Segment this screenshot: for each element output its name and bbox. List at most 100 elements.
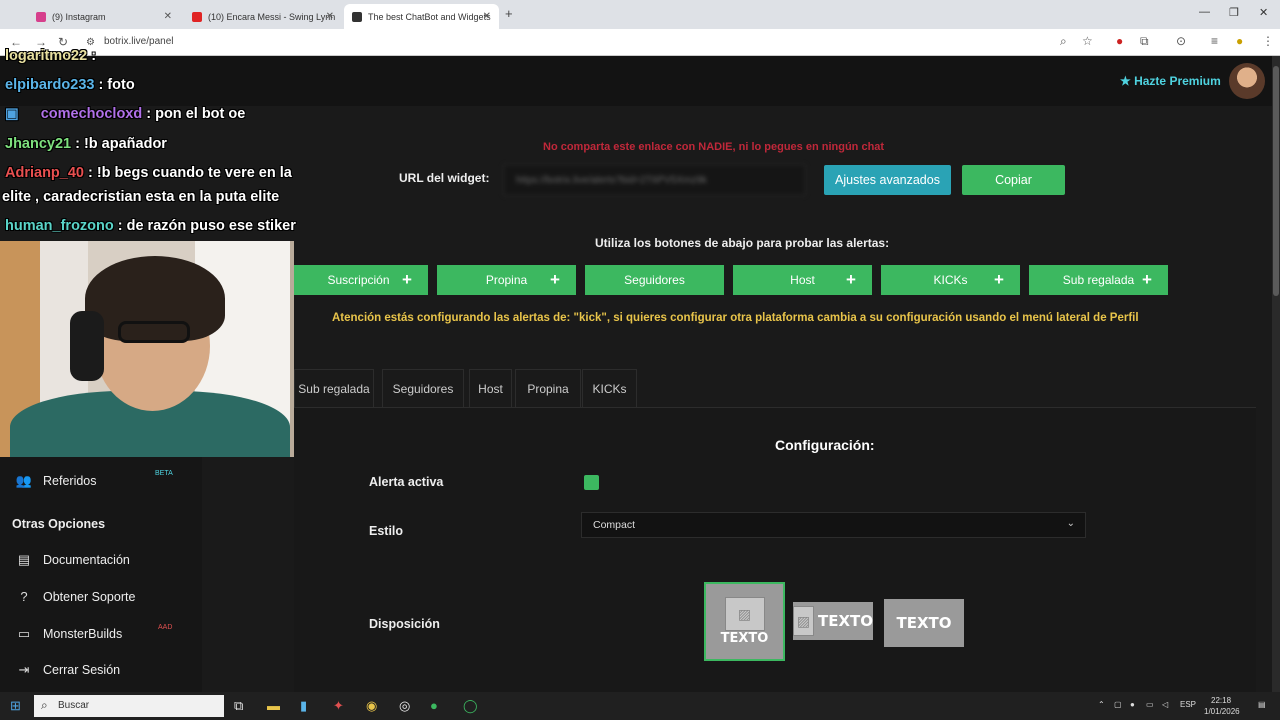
clock-date[interactable]: 1/01/2026 [1204, 707, 1240, 716]
botrix-icon [352, 11, 362, 22]
tab-host[interactable]: Host [469, 369, 512, 407]
test-button-label: Host [790, 273, 815, 287]
premium-label: Hazte Premium [1134, 74, 1221, 88]
sidebar-item-documentacion[interactable]: ▤ Documentación [15, 552, 130, 568]
test-host-button[interactable]: Host + [733, 265, 872, 295]
sidebar-section-title: Otras Opciones [12, 517, 106, 531]
layout-option-overlay[interactable]: TEXTO [884, 599, 964, 647]
profile-icon[interactable]: ● [1236, 34, 1243, 48]
task-view-icon[interactable]: ⧉ [234, 698, 243, 714]
widget-url-field[interactable]: https://botrix.live/alerts?bid=2T6PV5Xmz… [503, 164, 806, 196]
extension-icon[interactable]: ● [1116, 34, 1123, 48]
site-info-icon[interactable]: ⚙ [86, 37, 95, 48]
spotify-icon[interactable]: ● [430, 698, 438, 713]
volume-icon[interactable]: ◁ [1162, 700, 1168, 709]
url-input[interactable]: botrix.live/panel [104, 36, 173, 47]
sync-icon[interactable]: ⊙ [1176, 34, 1186, 48]
sidebar-item-soporte[interactable]: ? Obtener Soporte [15, 589, 135, 604]
menu-icon[interactable]: ⋮ [1262, 34, 1274, 48]
test-suscripcion-button[interactable]: Suscripción + [289, 265, 428, 295]
plus-icon: + [994, 270, 1004, 289]
notepad-icon[interactable]: ▮ [300, 698, 307, 714]
sidebar-item-referidos[interactable]: 👥 Referidos [15, 473, 97, 489]
back-icon[interactable]: ← [10, 35, 22, 49]
obs-icon[interactable]: ◎ [399, 698, 410, 714]
plus-icon: + [550, 270, 560, 289]
test-seguidores-button[interactable]: Seguidores [585, 265, 724, 295]
taskbar-search[interactable]: ⌕ Buscar [34, 695, 224, 717]
tab-botrix[interactable]: The best ChatBot and Widgets ✕ [344, 4, 499, 29]
taskbar: ⊞ ⌕ Buscar ⧉ ▬ ▮ ✦ ◉ ◎ ● ◯ ⌃ ▢ ● ▭ ◁ ESP… [0, 692, 1280, 720]
windows-start-icon[interactable]: ⊞ [10, 698, 21, 714]
layout-text: TEXTO [896, 614, 952, 632]
search-icon: ⌕ [41, 698, 48, 712]
help-icon: ? [20, 589, 28, 604]
avatar[interactable] [1229, 63, 1265, 99]
tab-instagram[interactable]: (9) Instagram ✕ [28, 4, 180, 29]
test-sub-regalada-button[interactable]: Sub regalada + [1029, 265, 1168, 295]
test-kicks-button[interactable]: KICKs + [881, 265, 1020, 295]
address-bar: ← → ↻ ⚙ botrix.live/panel ⌕ ☆ ● ⧉ ⊙ ≡ ● … [0, 29, 1280, 56]
clock-time[interactable]: 22:18 [1211, 696, 1231, 705]
chrome-icon[interactable]: ◉ [366, 698, 377, 714]
close-icon[interactable]: ✕ [326, 11, 334, 22]
network-icon[interactable]: ▭ [1146, 700, 1154, 709]
premium-link[interactable]: ★ Hazte Premium [1120, 74, 1221, 88]
chat-user: Jhancy21 [5, 136, 72, 152]
alert-active-label: Alerta activa [369, 475, 444, 489]
sidebar-item-cerrar-sesion[interactable]: ⇥ Cerrar Sesión [15, 662, 121, 678]
bookmark-icon[interactable]: ☆ [1082, 34, 1093, 48]
close-window-icon[interactable]: ✕ [1259, 6, 1268, 19]
layout-option-inline[interactable]: ▨ TEXTO [793, 602, 873, 640]
sidebar-item-monsterbuilds[interactable]: ▭ MonsterBuilds [15, 626, 122, 642]
language-indicator[interactable]: ESP [1180, 700, 1196, 709]
beta-badge: BETA [155, 470, 173, 477]
tab-seguidores[interactable]: Seguidores [382, 369, 464, 407]
notifications-icon[interactable]: ▤ [1258, 700, 1266, 709]
glasses [118, 321, 190, 343]
reading-list-icon[interactable]: ≡ [1211, 34, 1218, 48]
zoom-icon[interactable]: ⌕ [1060, 34, 1067, 49]
layout-option-stacked[interactable]: ▨ TEXTO [704, 582, 785, 661]
minimize-icon[interactable]: — [1199, 6, 1210, 18]
close-icon[interactable]: ✕ [483, 11, 491, 22]
chat-message: Jhancy21: !b apañador [5, 136, 167, 152]
whatsapp-icon[interactable]: ◯ [463, 698, 478, 714]
plus-icon: + [402, 270, 412, 289]
youtube-icon [192, 11, 202, 22]
tray-icon[interactable]: ▢ [1114, 700, 1122, 709]
reload-icon[interactable]: ↻ [58, 35, 68, 49]
tray-chevron-icon[interactable]: ⌃ [1098, 700, 1105, 709]
extensions-icon[interactable]: ⧉ [1140, 34, 1149, 49]
chat-text: : foto [98, 77, 135, 93]
tab-kicks[interactable]: KICKs [582, 369, 637, 407]
chat-user: Adrianp_40 [5, 165, 84, 181]
microphone-icon[interactable]: ● [1130, 700, 1135, 709]
restore-icon[interactable]: ❐ [1229, 6, 1239, 19]
chat-text: : de razón puso ese stiker [117, 218, 296, 234]
tab-youtube[interactable]: (10) Encara Messi - Swing Lynn ✕ [184, 4, 342, 29]
logout-icon: ⇥ [18, 662, 30, 677]
test-propina-button[interactable]: Propina + [437, 265, 576, 295]
tab-sub-regalada[interactable]: Sub regalada [294, 369, 374, 407]
new-tab-button[interactable]: + [505, 6, 513, 21]
style-select[interactable]: Compact ⌄ [581, 512, 1086, 538]
tab-propina[interactable]: Propina [515, 369, 581, 407]
forward-icon[interactable]: → [35, 35, 47, 49]
copy-button[interactable]: Copiar [962, 165, 1065, 195]
advanced-settings-button[interactable]: Ajustes avanzados [824, 165, 951, 195]
sidebar-item-label: Cerrar Sesión [43, 663, 121, 677]
tab-label: (10) Encara Messi - Swing Lynn [208, 11, 336, 22]
app-icon[interactable]: ✦ [333, 698, 344, 714]
test-button-label: KICKs [933, 273, 968, 287]
scrollbar-thumb[interactable] [1273, 66, 1279, 296]
chat-message: human_frozono: de razón puso ese stiker [5, 218, 296, 234]
layout-label: Disposición [369, 617, 440, 631]
chat-message: elite , caradecristian esta en la puta e… [2, 189, 279, 205]
layout-text: TEXTO [720, 631, 769, 646]
close-icon[interactable]: ✕ [164, 11, 172, 22]
alert-active-checkbox[interactable] [584, 475, 599, 490]
file-explorer-icon[interactable]: ▬ [267, 698, 280, 713]
users-icon: 👥 [15, 473, 33, 488]
chat-text: elite , caradecristian esta en la puta e… [2, 189, 280, 205]
